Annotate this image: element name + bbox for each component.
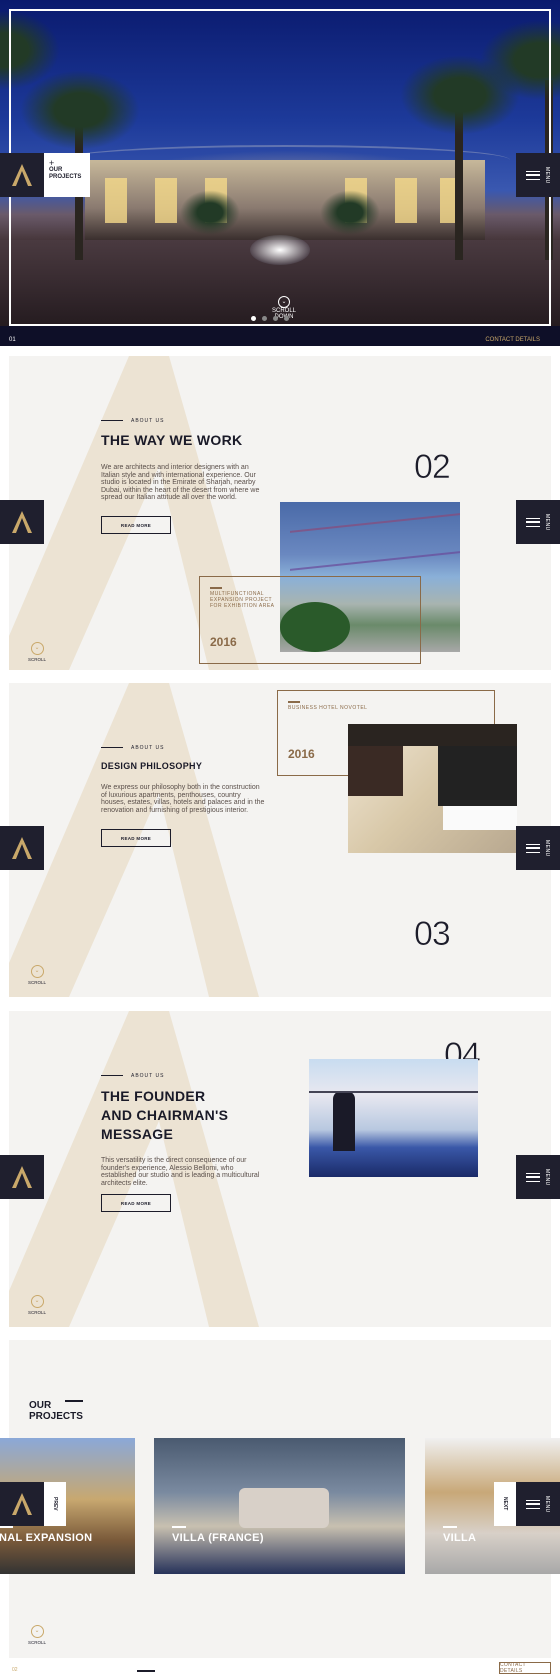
project-caption: MULTIFUNCTIONAL EXPANSION PROJECT FOR EX… — [210, 587, 285, 609]
project-year: 2016 — [210, 635, 237, 649]
menu-label: MENU — [544, 839, 550, 857]
logo-a-icon — [12, 1493, 32, 1515]
menu-button[interactable]: MENU — [516, 153, 560, 197]
plus-icon: + — [49, 158, 55, 168]
about-eyebrow: ABOUT US — [101, 745, 164, 751]
menu-label: MENU — [544, 1495, 550, 1513]
about-eyebrow: ABOUT US — [101, 418, 164, 424]
logo-a-icon — [12, 1166, 32, 1188]
section-title: DESIGN PHILOSOPHY — [101, 761, 203, 771]
menu-icon — [526, 170, 540, 180]
menu-label: MENU — [544, 166, 550, 184]
projects-title-line: OUR — [29, 1400, 52, 1411]
chevron-down-icon: ⌄ — [30, 642, 44, 655]
project-photo-hotel — [348, 724, 517, 853]
about-eyebrow: ABOUT US — [101, 1073, 164, 1079]
scroll-label: SCROLL — [27, 657, 46, 662]
project-caption: BUSINESS HOTEL NOVOTEL — [288, 701, 368, 711]
logo[interactable] — [0, 153, 44, 197]
section-title: THE FOUNDER AND CHAIRMAN'S MESSAGE — [101, 1087, 228, 1144]
menu-button[interactable]: MENU — [516, 1155, 560, 1199]
next-button[interactable]: NEXT — [494, 1482, 516, 1526]
menu-button[interactable]: MENU — [516, 500, 560, 544]
slider-dots — [251, 316, 289, 321]
scroll-button[interactable]: ⌄ SCROLL — [22, 965, 52, 985]
footer-contact-button[interactable]: CONTACT DETAILS — [499, 1662, 551, 1674]
title-line: THE FOUNDER — [101, 1088, 206, 1104]
footer-slide-number: 02 — [12, 1667, 18, 1673]
scroll-label: SCROLL — [27, 1640, 46, 1645]
projects-title: OUR PROJECTS — [29, 1400, 83, 1422]
founder-photo — [309, 1059, 478, 1177]
project-year: 2016 — [288, 747, 315, 761]
chevron-down-icon: ⌄ — [30, 1295, 44, 1308]
slider-dot[interactable] — [251, 316, 256, 321]
section-title: THE WAY WE WORK — [101, 432, 243, 448]
read-more-button[interactable]: READ MORE — [101, 1194, 171, 1212]
project-card-title: VILLA (FRANCE) — [172, 1526, 264, 1544]
slider-dot[interactable] — [262, 316, 267, 321]
about-section-philosophy: ABOUT US DESIGN PHILOSOPHY We express ou… — [9, 683, 551, 997]
logo[interactable] — [0, 500, 44, 544]
menu-icon — [526, 517, 540, 527]
projects-title-line: PROJECTS — [29, 1411, 83, 1422]
slider-dot[interactable] — [284, 316, 289, 321]
scroll-label: SCROLL — [27, 980, 46, 985]
logo-a-icon — [12, 511, 32, 533]
hero-bottom-bar — [0, 326, 560, 346]
title-line: MESSAGE — [101, 1126, 174, 1142]
scroll-button[interactable]: ⌄ SCROLL — [22, 1295, 52, 1315]
menu-label: MENU — [544, 1168, 550, 1186]
title-line: AND CHAIRMAN'S — [101, 1107, 229, 1123]
footer-divider — [137, 1670, 155, 1672]
our-projects-tab[interactable]: + OUR PROJECTS — [44, 153, 90, 197]
project-card-title: VILLA — [443, 1526, 477, 1544]
logo[interactable] — [0, 826, 44, 870]
logo-a-icon — [12, 837, 32, 859]
our-projects-label: OUR PROJECTS — [49, 167, 82, 180]
logo[interactable] — [0, 1155, 44, 1199]
menu-label: MENU — [544, 513, 550, 531]
contact-details-link[interactable]: CONTACT DETAILS — [485, 337, 540, 343]
section-number: 03 — [414, 915, 451, 954]
logo-a-icon — [12, 164, 32, 186]
read-more-button[interactable]: READ MORE — [101, 829, 171, 847]
chevron-down-icon: ⌄ — [30, 1625, 44, 1638]
section-body: We express our philosophy both in the co… — [101, 784, 265, 814]
hero-frame — [9, 9, 551, 326]
project-card-title: NAL EXPANSION — [0, 1526, 93, 1544]
prev-button[interactable]: PREV — [44, 1482, 66, 1526]
section-body: This versatility is the direct consequen… — [101, 1157, 260, 1187]
slider-dot[interactable] — [273, 316, 278, 321]
scroll-label: SCROLL — [27, 1310, 46, 1315]
menu-icon — [526, 1172, 540, 1182]
chevron-down-icon: ⌄ — [278, 296, 290, 308]
menu-button[interactable]: MENU — [516, 1482, 560, 1526]
logo[interactable] — [0, 1482, 44, 1526]
about-section-founder: ABOUT US THE FOUNDER AND CHAIRMAN'S MESS… — [9, 1011, 551, 1327]
section-body: We are architects and interior designers… — [101, 464, 260, 501]
section-number: 02 — [414, 448, 451, 487]
menu-icon — [526, 843, 540, 853]
menu-button[interactable]: MENU — [516, 826, 560, 870]
project-caption-box[interactable]: MULTIFUNCTIONAL EXPANSION PROJECT FOR EX… — [199, 576, 421, 664]
page: ⌄ SCROLL DOWN 01 CONTACT DETAILS + OUR P… — [0, 0, 560, 1677]
menu-icon — [526, 1499, 540, 1509]
scroll-button[interactable]: ⌄ SCROLL — [22, 642, 52, 662]
next-label: NEXT — [502, 1497, 508, 1511]
slide-number: 01 — [9, 337, 16, 343]
read-more-button[interactable]: READ MORE — [101, 516, 171, 534]
scroll-button[interactable]: ⌄ SCROLL — [22, 1625, 52, 1645]
about-section-work: ABOUT US THE WAY WE WORK We are architec… — [9, 356, 551, 670]
chevron-down-icon: ⌄ — [30, 965, 44, 978]
prev-label: PREV — [52, 1497, 58, 1511]
project-card[interactable]: VILLA (FRANCE) — [154, 1438, 405, 1574]
